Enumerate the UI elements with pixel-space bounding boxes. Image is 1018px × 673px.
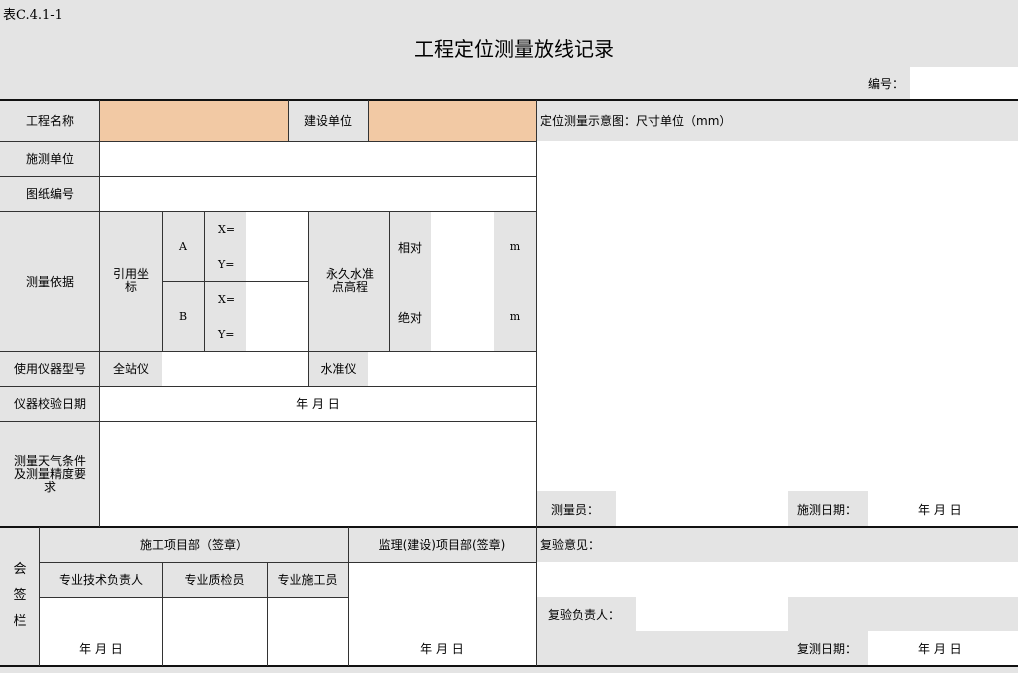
recheck-person-label: 复验负责人： — [548, 607, 621, 622]
a-x-label: X= — [218, 223, 236, 236]
total-station-field[interactable] — [162, 352, 308, 386]
diagram-area[interactable] — [537, 141, 1018, 491]
level-label: 水准仪 — [320, 362, 357, 376]
point-a-label: A — [179, 240, 187, 253]
build-unit-label: 建设单位 — [303, 114, 352, 128]
weather-label: 测量天气条件及测量精度要求 — [14, 453, 87, 494]
table-code: 表C.4.1-1 — [3, 8, 63, 23]
tech-lead-label: 专业技术负责人 — [58, 573, 143, 587]
recheck-date-value[interactable]: 年 月 日 — [918, 631, 962, 666]
project-name-field[interactable] — [100, 100, 288, 141]
calib-date-value[interactable]: 年 月 日 — [100, 386, 536, 421]
relative-unit: m — [509, 240, 521, 253]
drawing-no-field[interactable] — [100, 177, 536, 211]
build-unit-field[interactable] — [368, 100, 536, 141]
survey-date-value[interactable]: 年 月 日 — [918, 491, 962, 527]
benchmark-label: 永久水准点高程 — [325, 267, 374, 294]
relative-label: 相对 — [398, 241, 423, 255]
level-field[interactable] — [368, 352, 536, 386]
absolute-unit: m — [509, 310, 521, 323]
quality-inspector-label: 专业质检员 — [184, 573, 245, 587]
absolute-label: 绝对 — [398, 311, 423, 325]
number-label: 编号： — [868, 77, 905, 91]
b-coord-field[interactable] — [246, 282, 308, 351]
total-station-label: 全站仪 — [112, 362, 149, 376]
construction-sign-date[interactable]: 年 月 日 — [40, 631, 162, 666]
survey-unit-label: 施测单位 — [25, 152, 74, 166]
a-y-label: Y= — [218, 258, 235, 271]
recheck-opinion-row — [537, 527, 1018, 562]
footer-band — [0, 666, 1018, 673]
instrument-label: 使用仪器型号 — [13, 362, 86, 376]
constructor-label: 专业施工员 — [277, 573, 338, 587]
point-b-label: B — [178, 309, 188, 323]
surveyor-label: 测量员： — [551, 502, 600, 517]
page-title: 工程定位测量放线记录 — [414, 36, 614, 61]
recheck-opinion-label: 复验意见： — [540, 538, 601, 552]
elevation-field[interactable] — [431, 212, 494, 351]
weather-field[interactable] — [100, 422, 536, 526]
supervision-sign-date[interactable]: 年 月 日 — [348, 631, 536, 666]
survey-unit-field[interactable] — [100, 142, 536, 176]
supervision-dept-label: 监理(建设)项目部(签章) — [378, 538, 506, 552]
b-y-label: Y= — [218, 328, 235, 341]
number-field[interactable] — [910, 67, 1018, 100]
recheck-gray-cell — [788, 597, 1018, 631]
construction-dept-label: 施工项目部（签章） — [139, 538, 248, 552]
drawing-no-label: 图纸编号 — [25, 187, 74, 201]
a-coord-field[interactable] — [246, 212, 308, 281]
recheck-date-label: 复测日期： — [797, 642, 858, 656]
ref-coord-label: 引用坐标 — [113, 267, 150, 294]
survey-date-label: 施测日期： — [797, 502, 858, 517]
survey-basis-label: 测量依据 — [25, 274, 74, 289]
project-name-label: 工程名称 — [25, 114, 74, 128]
sign-section-label: 会签栏 — [13, 562, 27, 629]
diagram-label: 定位测量示意图：尺寸单位（mm） — [540, 114, 732, 128]
b-x-label: X= — [218, 293, 236, 306]
calib-date-label: 仪器校验日期 — [13, 397, 86, 411]
